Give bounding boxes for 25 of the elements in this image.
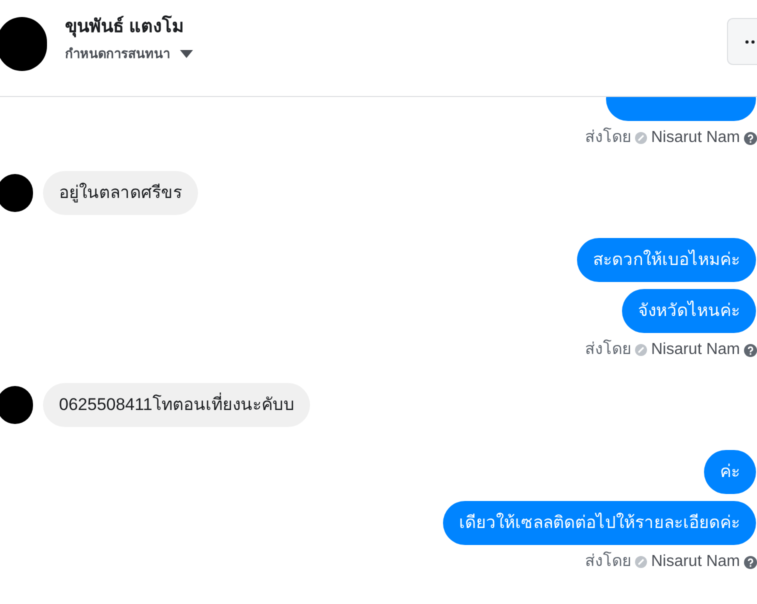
conversation-settings[interactable]: กำหนดการสนทนา: [65, 44, 170, 64]
sender-name[interactable]: Nisarut Nam: [651, 338, 740, 362]
help-icon[interactable]: [744, 556, 757, 568]
message-bubble: ค่ะ: [704, 450, 756, 494]
avatar: [0, 17, 47, 71]
sender-name[interactable]: Nisarut Nam: [651, 550, 740, 574]
avatar: [0, 174, 33, 212]
sender-name[interactable]: Nisarut Nam: [651, 126, 740, 150]
more-icon: [745, 40, 755, 44]
sent-by-label: ส่งโดย: [585, 550, 632, 572]
blocked-icon: [635, 344, 648, 356]
contact-name: ขุนพันธ์ แตงโม: [65, 14, 186, 38]
sent-by-label: ส่งโดย: [585, 338, 632, 360]
help-icon[interactable]: [744, 132, 757, 144]
message-bubble: อยู่ในตลาดศรีขร: [43, 171, 198, 215]
message-bubble: เดียวให้เซลลติดต่อไปให้รายละเอียดค่ะ: [443, 501, 756, 545]
avatar: [0, 386, 33, 424]
sent-by-label: ส่งโดย: [585, 126, 632, 148]
message-bubble: สะดวกให้เบอไหมค่ะ: [577, 238, 756, 282]
message-bubble: 0625508411โทตอนเที่ยงนะคับบ: [43, 383, 310, 427]
blocked-icon: [635, 132, 648, 144]
caret-icon[interactable]: [180, 50, 193, 58]
blocked-icon: [635, 556, 648, 568]
message-bubble: จังหวัดไหนค่ะ: [622, 289, 756, 333]
help-icon[interactable]: [744, 344, 757, 356]
